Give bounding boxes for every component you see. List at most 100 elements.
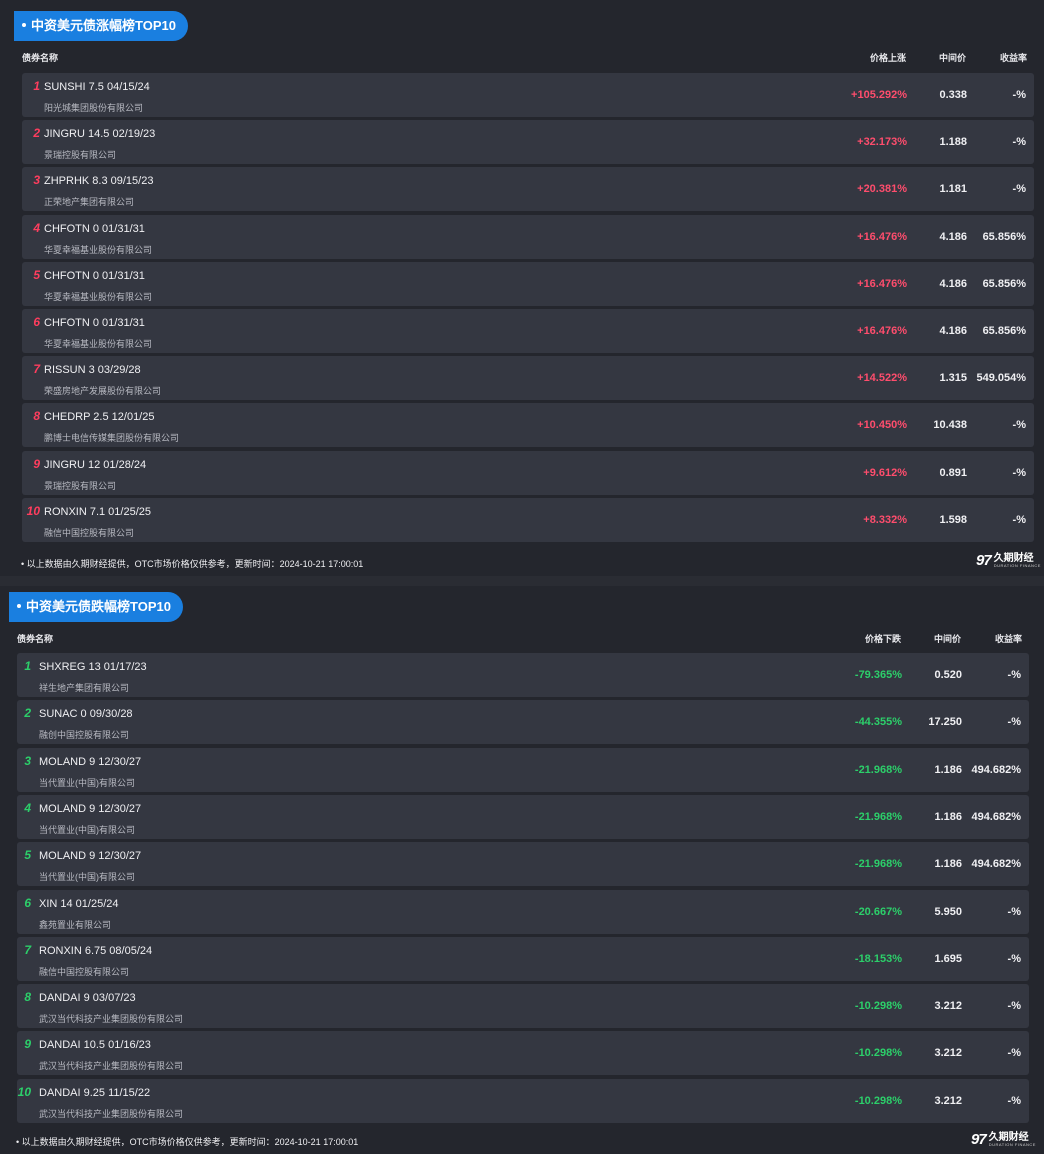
header-bond-name: 债券名称 xyxy=(17,634,54,644)
issuer-name: 鹏博士电信传媒集团股份有限公司 xyxy=(44,433,180,444)
yield-value: -% xyxy=(1007,905,1021,918)
price-change: -20.667% xyxy=(854,905,902,918)
bond-name: CHFOTN 0 01/31/31 xyxy=(44,222,145,235)
issuer-name: 景瑞控股有限公司 xyxy=(44,150,117,161)
issuer-name: 祥生地产集团有限公司 xyxy=(39,683,130,693)
price-change: +10.450% xyxy=(857,419,907,432)
issuer-name: 正荣地产集团有限公司 xyxy=(44,197,135,208)
mid-price: 3.212 xyxy=(934,1000,962,1013)
yield-value: 549.054% xyxy=(976,372,1026,385)
table-row[interactable]: 4 MOLAND 9 12/30/27 当代置业(中国)有限公司 -21.968% 1.… xyxy=(17,794,1029,839)
bond-name: JINGRU 14.5 02/19/23 xyxy=(44,128,156,141)
bond-name: SUNAC 0 09/30/28 xyxy=(39,708,133,721)
gainers-title-text: 中资美元债涨幅榜TOP10 xyxy=(31,18,176,33)
yield-value: 65.856% xyxy=(982,230,1026,243)
price-change: -21.968% xyxy=(854,763,902,776)
yield-value: -% xyxy=(1012,89,1026,101)
yield-value: 494.682% xyxy=(971,858,1021,871)
bond-name: DANDAI 9.25 11/15/22 xyxy=(39,1086,151,1099)
bond-name: RONXIN 7.1 01/25/25 xyxy=(44,505,152,518)
table-row[interactable]: 10 DANDAI 9.25 11/15/22 武汉当代科技产业集团股份有限公司 -1… xyxy=(17,1078,1029,1123)
mid-price: 1.188 xyxy=(939,136,967,149)
rank-number: 8 xyxy=(24,990,31,1005)
logo-en-text: DURATION FINANCE xyxy=(988,1141,1036,1147)
table-row[interactable]: 5 MOLAND 9 12/30/27 当代置业(中国)有限公司 -21.968% 1.… xyxy=(17,842,1029,887)
price-change: -18.153% xyxy=(854,952,902,965)
yield-value: -% xyxy=(1007,952,1021,965)
mid-price: 4.186 xyxy=(939,230,967,243)
rank-number: 7 xyxy=(24,942,31,957)
logo-en-text: DURATION FINANCE xyxy=(993,562,1041,568)
table-row[interactable]: 6 CHFOTN 0 01/31/31 华夏幸福基业股份有限公司 +16.476% 4.… xyxy=(22,309,1034,353)
bond-name: DANDAI 9 03/07/23 xyxy=(39,992,136,1005)
mid-price: 3.212 xyxy=(934,1047,962,1060)
table-row[interactable]: 3 ZHPRHK 8.3 09/15/23 正荣地产集团有限公司 +20.381% 1.… xyxy=(22,167,1034,212)
mid-price: 1.181 xyxy=(939,183,967,196)
table-row[interactable]: 7 RISSUN 3 03/29/28 荣盛房地产发展股份有限公司 +14.522% 1… xyxy=(22,356,1034,401)
losers-panel: 中资美元债跌幅榜TOP10 债券名称 价格下跌 中间价 收益率 1 SHXREG … xyxy=(0,586,1044,1154)
rank-number: 6 xyxy=(33,315,40,329)
rank-number: 2 xyxy=(24,706,31,721)
logo-mark-icon: 97 xyxy=(976,552,992,569)
table-row[interactable]: 4 CHFOTN 0 01/31/31 华夏幸福基业股份有限公司 +16.476% 4.… xyxy=(22,214,1034,259)
bullet-icon xyxy=(22,23,26,28)
table-row[interactable]: 8 DANDAI 9 03/07/23 武汉当代科技产业集团股份有限公司 -10.29… xyxy=(17,984,1029,1029)
yield-value: -% xyxy=(1012,466,1026,479)
losers-footer-note: • 以上数据由久期财经提供，OTC市场价格仅供参考，更新时间：2024-10-2… xyxy=(16,1137,359,1147)
table-row[interactable]: 10 RONXIN 7.1 01/25/25 融信中国控股有限公司 +8.332% 1.… xyxy=(22,497,1034,542)
yield-value: -% xyxy=(1007,1000,1021,1013)
mid-price: 3.212 xyxy=(934,1094,962,1107)
mid-price: 1.695 xyxy=(934,952,962,965)
table-row[interactable]: 7 RONXIN 6.75 08/05/24 融信中国控股有限公司 -18.153% 1… xyxy=(17,936,1029,981)
table-row[interactable]: 8 CHEDRP 2.5 12/01/25 鹏博士电信传媒集团股份有限公司 +10.4… xyxy=(22,403,1034,448)
table-row[interactable]: 2 SUNAC 0 09/30/28 融创中国控股有限公司 -44.355% 17.25… xyxy=(17,700,1029,745)
price-change: -79.365% xyxy=(854,669,902,681)
issuer-name: 武汉当代科技产业集团股份有限公司 xyxy=(39,1014,184,1025)
table-row[interactable]: 5 CHFOTN 0 01/31/31 华夏幸福基业股份有限公司 +16.476% 4.… xyxy=(22,261,1034,306)
price-change: +20.381% xyxy=(857,183,907,196)
table-row[interactable]: 9 DANDAI 10.5 01/16/23 武汉当代科技产业集团股份有限公司 -10… xyxy=(17,1031,1029,1076)
price-change: +16.476% xyxy=(857,325,907,337)
rank-number: 1 xyxy=(33,79,40,93)
yield-value: -% xyxy=(1007,1047,1021,1060)
yield-value: 65.856% xyxy=(982,277,1026,290)
header-yield: 收益率 xyxy=(999,53,1027,63)
yield-value: -% xyxy=(1012,183,1026,196)
rank-number: 4 xyxy=(33,220,40,235)
yield-value: -% xyxy=(1012,136,1026,149)
header-bond-name: 债券名称 xyxy=(22,53,59,63)
price-change: +8.332% xyxy=(863,513,907,526)
gainers-table-header: 债券名称 价格上涨 中间价 收益率 xyxy=(0,51,1044,67)
table-row[interactable]: 1 SHXREG 13 01/17/23 祥生地产集团有限公司 -79.365% 0.5… xyxy=(17,653,1029,697)
table-row[interactable]: 9 JINGRU 12 01/28/24 景瑞控股有限公司 +9.612% 0.891 -… xyxy=(22,450,1034,495)
mid-price: 1.186 xyxy=(934,858,962,871)
yield-value: -% xyxy=(1007,669,1021,681)
issuer-name: 华夏幸福基业股份有限公司 xyxy=(44,244,153,255)
table-row[interactable]: 6 XIN 14 01/25/24 鑫苑置业有限公司 -20.667% 5.950 -% xyxy=(17,889,1029,934)
duration-finance-logo: 97 久期财经 DURATION FINANCE xyxy=(976,552,1041,569)
rank-number: 5 xyxy=(24,848,31,863)
rank-number: 3 xyxy=(33,173,40,188)
mid-price: 10.438 xyxy=(933,419,967,432)
rank-number: 4 xyxy=(24,800,31,815)
rank-number: 5 xyxy=(33,267,40,282)
header-price-change: 价格下跌 xyxy=(864,634,901,644)
price-change: +16.476% xyxy=(857,230,907,243)
price-change: +14.522% xyxy=(857,372,907,385)
rank-number: 1 xyxy=(24,659,31,673)
yield-value: -% xyxy=(1012,513,1026,526)
rank-number: 10 xyxy=(26,503,40,518)
mid-price: 0.891 xyxy=(939,466,967,479)
bond-name: CHFOTN 0 01/31/31 xyxy=(44,317,145,329)
table-row[interactable]: 3 MOLAND 9 12/30/27 当代置业(中国)有限公司 -21.968% 1.… xyxy=(17,747,1029,792)
table-row[interactable]: 2 JINGRU 14.5 02/19/23 景瑞控股有限公司 +32.173% 1.1… xyxy=(22,120,1034,165)
bond-name: JINGRU 12 01/28/24 xyxy=(44,458,147,471)
bond-name: SUNSHI 7.5 04/15/24 xyxy=(44,81,150,93)
issuer-name: 华夏幸福基业股份有限公司 xyxy=(44,291,153,302)
mid-price: 1.598 xyxy=(939,513,967,526)
losers-title: 中资美元债跌幅榜TOP10 xyxy=(9,592,183,622)
issuer-name: 当代置业(中国)有限公司 xyxy=(39,824,135,835)
table-row[interactable]: 1 SUNSHI 7.5 04/15/24 阳光城集团股份有限公司 +105.292%… xyxy=(22,73,1034,117)
price-change: +32.173% xyxy=(857,136,907,149)
price-change: +105.292% xyxy=(851,89,907,101)
